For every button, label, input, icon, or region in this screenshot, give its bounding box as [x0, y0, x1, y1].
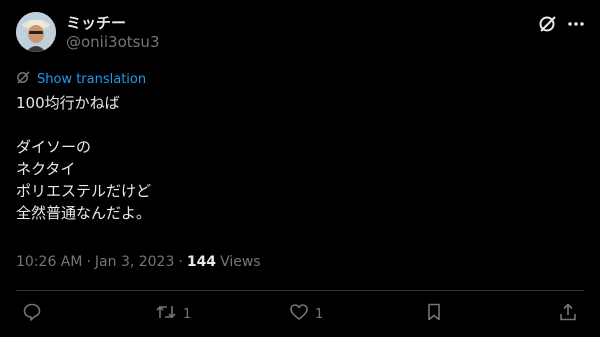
tweet-line: ポリエステルだけど [16, 182, 152, 200]
retweet-button[interactable]: 1 [155, 302, 191, 326]
tweet-meta: 10:26 AM · Jan 3, 2023 · 144 Views [16, 254, 261, 270]
avatar-image [16, 12, 56, 52]
tweet-time[interactable]: 10:26 AM [16, 254, 82, 270]
tweet-text: 100均行かねば ダイソーの ネクタイ ポリエステルだけど 全然普通なんだよ。 [16, 92, 576, 224]
more-icon[interactable] [565, 13, 587, 35]
retweet-icon [155, 302, 177, 326]
author-handle[interactable]: @onii3otsu3 [66, 33, 160, 51]
divider [16, 290, 584, 291]
author-display-name[interactable]: ミッチー [66, 12, 126, 33]
reply-icon [22, 302, 42, 326]
translate-icon [16, 70, 31, 89]
reply-button[interactable] [22, 302, 42, 326]
tweet-line: 全然普通なんだよ。 [16, 204, 152, 222]
share-icon [558, 302, 578, 326]
like-icon [289, 302, 309, 326]
bookmark-icon [424, 302, 444, 326]
like-button[interactable]: 1 [289, 302, 323, 326]
tweet-line: 100均行かねば [16, 94, 120, 112]
share-button[interactable] [558, 302, 578, 326]
views-label: Views [220, 254, 261, 270]
tweet-line: ネクタイ [16, 160, 76, 178]
like-count: 1 [315, 306, 324, 322]
retweet-count: 1 [183, 306, 192, 322]
meta-separator: · [178, 254, 183, 270]
meta-separator: · [86, 254, 91, 270]
tweet-line: ダイソーの [16, 138, 92, 156]
tweet-date[interactable]: Jan 3, 2023 [95, 254, 174, 270]
avatar[interactable] [16, 12, 56, 52]
show-translation-link[interactable]: Show translation [16, 70, 146, 89]
views-count: 144 [186, 254, 217, 270]
grok-icon[interactable] [537, 13, 559, 35]
show-translation-label: Show translation [37, 72, 147, 87]
tweet-line [16, 114, 576, 136]
bookmark-button[interactable] [424, 302, 444, 326]
